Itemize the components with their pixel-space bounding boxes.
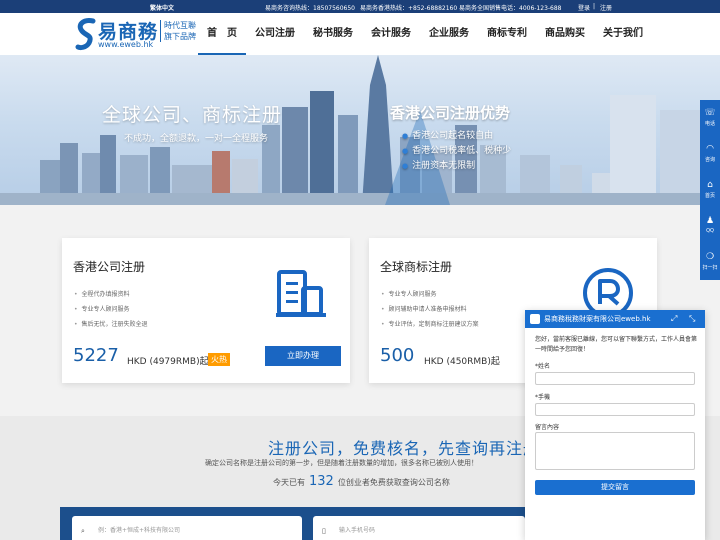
card-feature: 顾问辅助申请人准备申报材料 [381, 302, 479, 317]
advantage-item: 香港公司税率低、税种少 [402, 144, 511, 159]
hotline-hk: 易商务香港热线：+852-68882160 [360, 5, 458, 12]
count-prefix: 今天已有 [273, 478, 305, 487]
hot-badge: 火热 [208, 353, 230, 366]
phone-placeholder: 输入手机号码 [339, 527, 376, 534]
headset-icon: ◠ [706, 144, 714, 154]
advantage-list: 香港公司起名较自由 香港公司税率低、税种少 注册资本无限制 [402, 129, 511, 174]
name-label: *姓名 [535, 363, 551, 370]
sidebar-qq[interactable]: ♟ QQ [700, 208, 720, 244]
card-feature: 专业专人顾问服务 [74, 302, 148, 317]
card-features: 专业专人顾问服务 顾问辅助申请人准备申报材料 专业评估，定制商标注册建议方案 [381, 287, 479, 332]
sidebar-label: QQ [706, 228, 714, 234]
expand-icon[interactable]: ⤢ [671, 310, 677, 328]
logo-url: www.eweb.hk [98, 40, 154, 49]
advantage-item: 注册资本无限制 [402, 159, 511, 174]
card-feature: 售后无忧，注册失败全退 [74, 317, 148, 332]
sidebar-consult[interactable]: ◠ 咨询 [700, 136, 720, 172]
language-switch[interactable]: 繁体中文 [150, 3, 174, 12]
count-suffix: 位创业者免费获取查询公司名称 [337, 478, 450, 487]
nav-trademark-patent[interactable]: 商标专利 [478, 13, 536, 55]
section-title-text: 注册公司，免费核名，先查询再注册 [267, 439, 540, 458]
banner-title: 全球公司、商标注册 [102, 104, 283, 126]
top-bar: 繁体中文 易商务咨询热线：18507560650 易商务香港热线：+852-68… [0, 0, 720, 13]
chat-widget: 易商務稅務財案有限公司eweb.hk ⤢ ⤡ 您好，當前客服已離線，您可以留下聯… [525, 310, 705, 540]
card-price: 5227 [73, 345, 119, 366]
sidebar-wechat[interactable]: ❍ 扫一扫 [700, 244, 720, 280]
card-hk-company[interactable]: 香港公司注册 全程代办填报资料 专业专人顾问服务 售后无忧，注册失败全退 522… [62, 238, 350, 383]
card-features: 全程代办填报资料 专业专人顾问服务 售后无忧，注册失败全退 [74, 287, 148, 332]
count-number: 132 [309, 474, 334, 489]
chat-offline-message: 您好，當前客服已離線，您可以留下聯繫方式，工作人員會第一時間給予您回復！ [535, 336, 698, 353]
card-title: 香港公司注册 [73, 260, 146, 274]
submit-message-button[interactable]: 提交留言 [535, 480, 695, 495]
site-header: 易商務 www.eweb.hk 時代互聯 旗下品牌 首 页 公司注册 秘书服务 … [0, 13, 720, 55]
sidebar-home[interactable]: ⌂ 首页 [700, 172, 720, 208]
hotline-consult: 易商务咨询热线：18507560650 [265, 5, 355, 12]
register-link[interactable]: 注册 [600, 3, 612, 12]
nav-product-purchase[interactable]: 商品购买 [536, 13, 594, 55]
phone-input[interactable]: ▯ 输入手机号码 [313, 516, 525, 540]
login-separator: | [593, 3, 596, 10]
city-skyline-image [0, 55, 720, 205]
apply-now-button[interactable]: 立即办理 [265, 346, 341, 366]
phone-icon: ▯ [322, 527, 326, 535]
advantage-item: 香港公司起名较自由 [402, 129, 511, 144]
hotline-sales: 易商务全国销售电话：4006-123-688 [459, 5, 562, 12]
chat-header: 易商務稅務財案有限公司eweb.hk ⤢ ⤡ [525, 310, 705, 328]
sidebar-label: 扫一扫 [702, 265, 718, 271]
card-title: 全球商标注册 [380, 260, 453, 274]
card-price: 500 [380, 345, 415, 366]
nav-accounting-service[interactable]: 会计服务 [362, 13, 420, 55]
search-icon: ⌕ [81, 527, 85, 535]
applicant-count: 今天已有 132 位创业者免费获取查询公司名称 [273, 474, 450, 489]
sidebar-label: 电话 [704, 121, 715, 127]
card-feature: 专业评估，定制商标注册建议方案 [381, 317, 479, 332]
card-price-unit: HKD (450RMB)起 [424, 357, 500, 367]
chat-phone-field[interactable] [535, 403, 695, 416]
login-link[interactable]: 登录 [578, 3, 590, 12]
qq-icon: ♟ [705, 216, 715, 226]
sidebar-label: 咨询 [704, 157, 715, 163]
minimize-icon[interactable]: ⤡ [689, 310, 695, 328]
company-name-placeholder: 例：香港+恒成+科技有限公司 [98, 527, 181, 534]
nav-about-us[interactable]: 关于我们 [594, 13, 652, 55]
company-name-input[interactable]: ⌕ 例：香港+恒成+科技有限公司 [72, 516, 302, 540]
phone-label: *手機 [535, 394, 551, 401]
home-icon: ⌂ [707, 180, 713, 190]
wechat-icon: ❍ [705, 252, 715, 262]
chat-avatar-icon [530, 314, 540, 324]
nav-home[interactable]: 首 页 [198, 13, 246, 55]
chat-name-field[interactable] [535, 372, 695, 385]
main-nav: 首 页 公司注册 秘书服务 会计服务 企业服务 商标专利 商品购买 关于我们 [198, 13, 652, 55]
sidebar-phone[interactable]: ☏ 电话 [700, 100, 720, 136]
phone-icon: ☏ [704, 108, 716, 118]
floating-sidebar: ☏ 电话 ◠ 咨询 ⌂ 首页 ♟ QQ ❍ 扫一扫 [700, 100, 720, 280]
card-price-unit: HKD (4979RMB)起 [127, 357, 209, 367]
sidebar-label: 首页 [704, 193, 715, 199]
logo-s-icon[interactable] [75, 17, 97, 51]
nav-secretary-service[interactable]: 秘书服务 [304, 13, 362, 55]
card-feature: 专业专人顾问服务 [381, 287, 479, 302]
banner-subtitle: 不成功，全额退款，一对一全程服务 [124, 134, 269, 144]
building-icon [276, 270, 326, 317]
nav-company-registration[interactable]: 公司注册 [246, 13, 304, 55]
logo-tagline: 時代互聯 旗下品牌 [160, 20, 196, 42]
chat-title: 易商務稅務財案有限公司eweb.hk [544, 315, 651, 323]
nav-enterprise-service[interactable]: 企业服务 [420, 13, 478, 55]
card-feature: 全程代办填报资料 [74, 287, 148, 302]
advantage-title: 香港公司注册优势 [390, 104, 511, 122]
chat-message-field[interactable] [535, 432, 695, 470]
message-label: 留言內容 [535, 424, 560, 431]
logo-tagline-line2: 旗下品牌 [164, 32, 196, 41]
hero-banner[interactable]: 全球公司、商标注册 不成功，全额退款，一对一全程服务 香港公司注册优势 香港公司… [0, 55, 720, 205]
section-subtitle: 确定公司名称是注册公司的第一步，但是随着注册数量的增加，很多名称已被别人使用！ [205, 459, 478, 467]
logo-tagline-line1: 時代互聯 [164, 21, 196, 30]
